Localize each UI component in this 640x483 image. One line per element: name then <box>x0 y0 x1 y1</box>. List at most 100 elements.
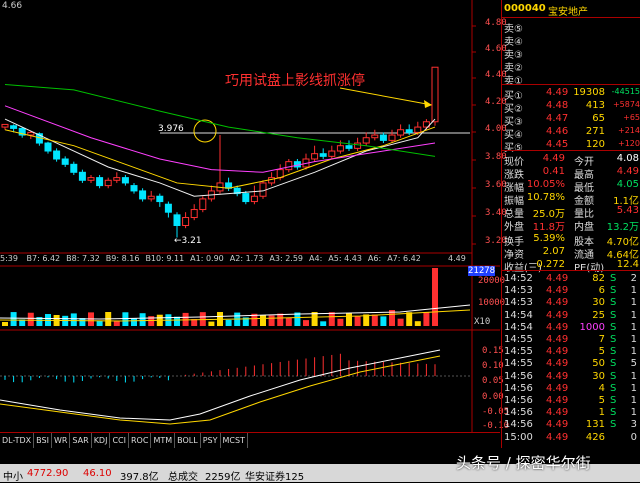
chart-background <box>0 0 500 432</box>
tick-volume: 30 <box>592 297 605 309</box>
indicator-tab[interactable]: MCST <box>221 433 248 448</box>
buy-order-row: 买① 4.49 19308 -44515 <box>502 87 640 102</box>
tick-price: 4.49 <box>546 334 569 345</box>
candle-body <box>130 185 138 192</box>
ma-info-item: A3: 2.59 <box>269 254 304 263</box>
volume-bar <box>380 316 387 326</box>
ma-info-item: A4: <box>309 254 323 263</box>
candle-body <box>242 193 250 203</box>
buy-order-change: +65 <box>623 113 640 122</box>
candle-body <box>285 161 293 171</box>
tick-row: 14:53 4.49 6 S 1 <box>502 285 640 298</box>
tick-count: 2 <box>630 273 637 284</box>
kline-chart-area[interactable] <box>0 0 500 432</box>
indicator-tab[interactable]: BSI <box>34 433 52 448</box>
candle-body <box>139 190 147 200</box>
volume-bar <box>432 268 438 326</box>
sell-order-row: 卖④ <box>502 33 640 48</box>
candle-body <box>336 145 344 152</box>
stock-code: 000040 <box>504 3 546 14</box>
volume-bar <box>70 313 77 326</box>
indicator-tab[interactable]: DL-TDX <box>0 433 35 448</box>
tick-time: 14:56 <box>504 407 533 419</box>
tick-volume: 5 <box>598 395 605 406</box>
candle-body <box>164 203 172 213</box>
tick-side: S <box>610 321 617 333</box>
indicator-tab[interactable]: SAR <box>70 433 92 448</box>
tick-side: S <box>610 285 617 297</box>
tick-price: 4.49 <box>546 419 569 431</box>
candle-body <box>388 134 396 141</box>
candle-body <box>259 182 267 197</box>
volume-bar <box>320 321 327 326</box>
chart-corner-label: 4.66 <box>2 1 23 11</box>
volume-bar <box>260 315 266 326</box>
tick-volume: 82 <box>592 273 605 284</box>
candle-body <box>379 134 387 141</box>
candle-body <box>70 163 78 173</box>
watermark: 头条号 / 探密华尔街 <box>456 454 591 472</box>
tick-price: 4.49 <box>546 370 569 382</box>
stock-header: 000040 宝安地产 <box>502 3 640 18</box>
candle-body <box>156 195 164 203</box>
buy-order-change: +214 <box>618 126 640 135</box>
ma-info-bar: 5:39 B7: 6.42 B8: 7.32 B9: 8.16 B10: 9.11 A1… <box>0 254 421 263</box>
ma-info-item: A2: 1.73 <box>229 254 264 263</box>
tick-count: 1 <box>630 285 637 297</box>
tick-volume: 4 <box>598 382 605 394</box>
quote-row: 净资 2.07 流通 4.64亿 <box>502 246 640 261</box>
tick-side: S <box>610 419 617 431</box>
tick-count: 1 <box>630 309 637 321</box>
quote-value: 10.78% <box>526 192 565 203</box>
quote-row: 涨跌 0.41 最高 4.49 <box>502 166 640 181</box>
indicator-tab[interactable]: PSY <box>201 433 221 448</box>
ma-info-item: A5: 4.43 <box>328 254 362 263</box>
indicator-tab[interactable]: ROC <box>129 433 152 448</box>
indicator-tab[interactable]: MTM <box>151 433 176 448</box>
tick-time: 14:55 <box>504 334 533 345</box>
buy-order-price: 4.45 <box>546 139 569 150</box>
broker-name: 华安证券125 <box>245 472 305 483</box>
tick-volume: 1 <box>598 407 605 419</box>
tick-time: 14:56 <box>504 395 533 406</box>
ma-info-item: B9: 8.16 <box>105 254 140 263</box>
quote-value: 0.272 <box>536 259 565 270</box>
candle-body <box>96 177 104 187</box>
tick-price: 4.49 <box>546 346 569 358</box>
ma-info-item: A7: 6.42 <box>387 254 421 263</box>
buy-order-row: 买② 4.48 413 +5874 <box>502 100 640 115</box>
tick-row: 14:56 4.49 5 S 1 <box>502 395 640 408</box>
indicator-tab[interactable]: BOLL <box>175 433 201 448</box>
tick-time: 14:52 <box>504 273 533 284</box>
volume-bar <box>139 313 146 326</box>
volume-bar <box>225 319 232 326</box>
indicator-tab[interactable]: WR <box>52 433 71 448</box>
volume-bar <box>122 312 129 326</box>
tick-row: 14:53 4.49 30 S 1 <box>502 297 640 310</box>
low-price-label: ←3.21 <box>174 236 202 246</box>
tick-row: 14:52 4.49 82 S 2 <box>502 273 640 286</box>
quote-row: 外盘 11.8万 内盘 13.2万 <box>502 218 640 233</box>
volume-bar <box>406 312 413 326</box>
tick-row: 14:56 4.49 131 S 3 <box>502 419 640 432</box>
volume-bar <box>371 314 378 326</box>
volume-bar <box>285 317 292 326</box>
tick-side: S <box>610 370 617 382</box>
indicator-tab[interactable]: CCI <box>110 433 129 448</box>
ma-info-item: B7: 6.42 <box>26 254 61 263</box>
volume-bar <box>113 320 120 326</box>
tick-volume: 30 <box>592 370 605 382</box>
tick-volume: 131 <box>585 419 605 431</box>
quote-value: 4.08 <box>616 153 639 164</box>
candle-body <box>354 142 362 149</box>
buy-order-row: 买③ 4.47 65 +65 <box>502 113 640 128</box>
volume-bar <box>354 316 361 326</box>
tick-row: 14:56 4.49 1 S 1 <box>502 407 640 420</box>
tick-volume: 6 <box>598 285 605 297</box>
tick-side: S <box>610 382 617 394</box>
volume-bar <box>27 312 34 326</box>
quote-value: 4.49 <box>542 153 565 164</box>
indicator-tab[interactable]: KDJ <box>92 433 111 448</box>
volume-bar <box>423 312 430 326</box>
tick-time: 14:54 <box>504 321 533 333</box>
